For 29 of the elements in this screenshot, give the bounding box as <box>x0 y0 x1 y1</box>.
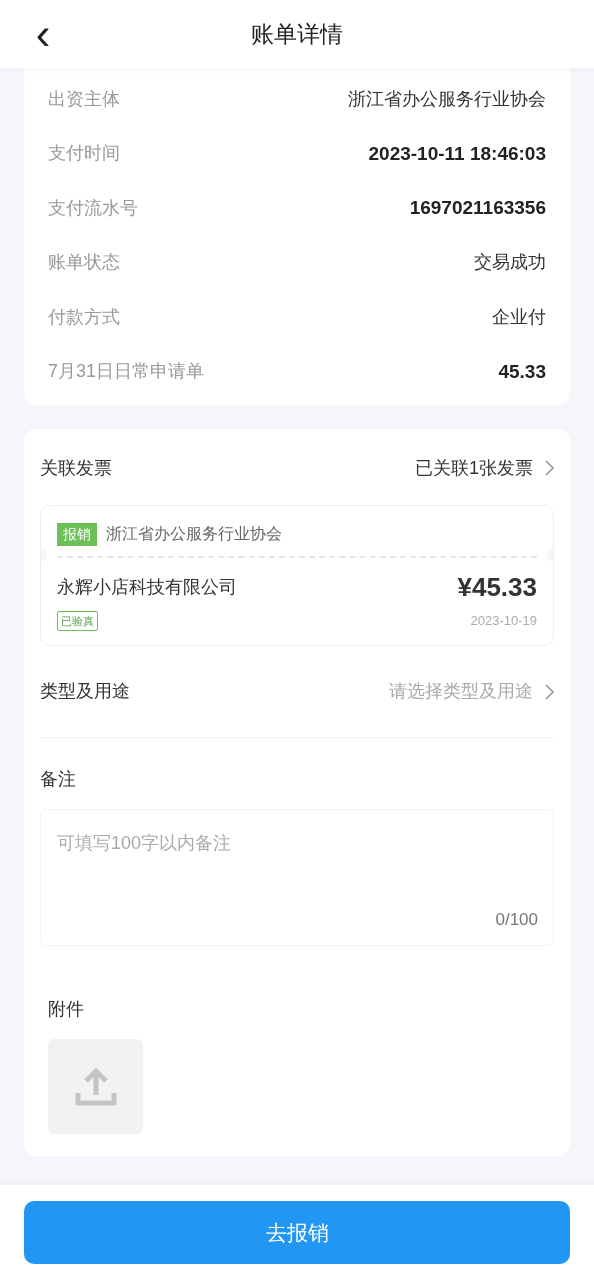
detail-label: 支付流水号 <box>48 196 138 220</box>
linked-invoices-row[interactable]: 关联发票 已关联1张发票 <box>40 451 554 485</box>
attachment-label: 附件 <box>48 998 85 1021</box>
detail-label: 7月31日日常申请单 <box>48 360 205 384</box>
back-button[interactable]: ‹ <box>28 14 58 54</box>
payer-name: 浙江省办公服务行业协会 <box>106 524 282 544</box>
upload-button[interactable] <box>48 1039 143 1134</box>
remark-label: 备注 <box>40 768 77 791</box>
detail-label: 付款方式 <box>48 305 120 329</box>
detail-value: 1697021163356 <box>409 196 546 220</box>
reimburse-tag: 报销 <box>57 522 97 546</box>
verified-badge: 已验真 <box>57 611 98 631</box>
invoice-amount: ¥45.33 <box>457 571 537 604</box>
chevron-right-icon <box>545 683 554 700</box>
detail-label: 账单状态 <box>48 251 120 275</box>
detail-value: 45.33 <box>498 359 546 384</box>
purpose-select[interactable]: 类型及用途 请选择类型及用途 <box>40 646 554 738</box>
detail-value: 交易成功 <box>474 251 546 275</box>
detail-value: 2023-10-11 18:46:03 <box>368 141 546 166</box>
chevron-right-icon <box>545 460 554 476</box>
invoice-card[interactable]: 报销 浙江省办公服务行业协会 永辉小店科技有限公司 ¥45.33 已验真 2023-10-19 <box>40 505 554 646</box>
detail-value: 浙江省办公服务行业协会 <box>348 87 546 111</box>
character-counter: 0/100 <box>495 908 538 931</box>
invoice-date: 2023-10-19 <box>470 612 537 631</box>
detail-label: 支付时间 <box>48 142 120 166</box>
seller-name: 永辉小店科技有限公司 <box>57 576 237 599</box>
detail-label: 出资主体 <box>48 87 120 111</box>
page-title: 账单详情 <box>251 19 343 49</box>
detail-value: 企业付 <box>492 305 546 329</box>
